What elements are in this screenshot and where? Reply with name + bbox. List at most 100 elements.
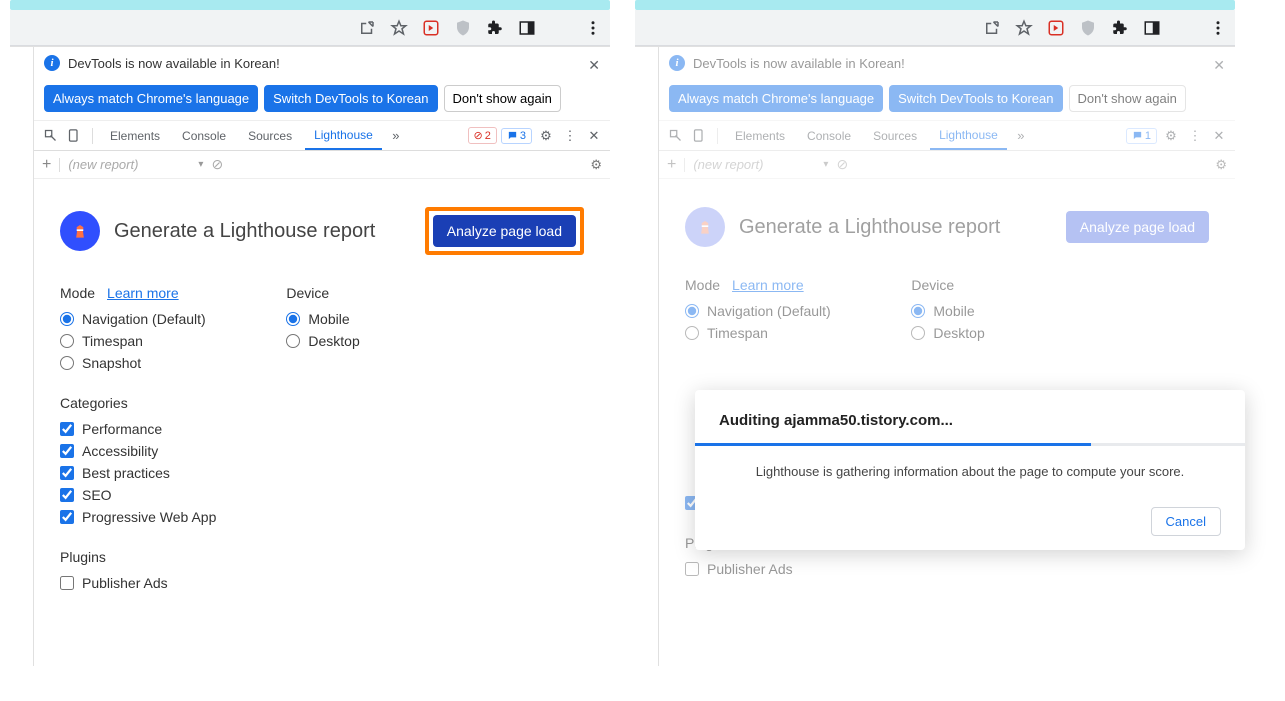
clear-icon[interactable]: ⊘ xyxy=(211,156,223,173)
category-accessibility[interactable]: Accessibility xyxy=(60,443,216,459)
settings-gear-icon[interactable]: ⚙ xyxy=(536,126,556,146)
browser-toolbar xyxy=(635,10,1235,46)
error-badge[interactable]: 2 xyxy=(468,127,497,144)
mode-label: Mode xyxy=(685,277,720,293)
device-toggle-icon[interactable] xyxy=(689,126,709,146)
always-match-button[interactable]: Always match Chrome's language xyxy=(669,85,883,112)
scrollbar-gutter[interactable] xyxy=(635,47,659,666)
plugin-publisher-ads[interactable]: Publisher Ads xyxy=(60,575,216,591)
shield-icon[interactable] xyxy=(1079,19,1097,37)
red-square-icon[interactable] xyxy=(422,19,440,37)
tab-lighthouse[interactable]: Lighthouse xyxy=(305,122,382,150)
star-icon[interactable] xyxy=(390,19,408,37)
infobar-message: DevTools is now available in Korean! xyxy=(68,56,280,71)
devtools-infobar: i DevTools is now available in Korean! ✕… xyxy=(659,47,1235,121)
lighthouse-subbar: + (new report) ⊘ ⚙ xyxy=(34,151,610,179)
mode-label: Mode xyxy=(60,285,95,301)
report-dropdown[interactable]: (new report) xyxy=(68,157,203,172)
device-mobile[interactable]: Mobile xyxy=(286,311,359,327)
category-seo[interactable]: SEO xyxy=(60,487,216,503)
inspect-icon[interactable] xyxy=(40,126,60,146)
mode-snapshot[interactable]: Snapshot xyxy=(60,355,216,371)
learn-more-link[interactable]: Learn more xyxy=(107,285,179,301)
more-tabs-icon[interactable]: » xyxy=(1011,126,1031,146)
always-match-button[interactable]: Always match Chrome's language xyxy=(44,85,258,112)
lighthouse-logo-icon xyxy=(685,207,725,247)
modal-title: Auditing ajamma50.tistory.com... xyxy=(719,412,1221,429)
puzzle-icon[interactable] xyxy=(1111,19,1129,37)
lighthouse-logo-icon xyxy=(60,211,100,251)
tab-elements[interactable]: Elements xyxy=(101,123,169,149)
devtools-close-icon[interactable]: ✕ xyxy=(1209,126,1229,146)
panel-settings-icon[interactable]: ⚙ xyxy=(1215,157,1227,173)
tab-elements[interactable]: Elements xyxy=(726,123,794,149)
lighthouse-title: Generate a Lighthouse report xyxy=(739,216,1052,239)
plugin-publisher-ads[interactable]: Publisher Ads xyxy=(685,561,841,577)
mode-navigation[interactable]: Navigation (Default) xyxy=(60,311,216,327)
analyze-highlight: Analyze page load xyxy=(425,207,584,255)
more-tabs-icon[interactable]: » xyxy=(386,126,406,146)
category-pwa[interactable]: Progressive Web App xyxy=(60,509,216,525)
dont-show-again-button[interactable]: Don't show again xyxy=(444,85,561,112)
lighthouse-subbar: + (new report) ⊘ ⚙ xyxy=(659,151,1235,179)
report-dropdown[interactable]: (new report) xyxy=(693,157,828,172)
plugins-label: Plugins xyxy=(60,549,216,565)
switch-lang-button[interactable]: Switch DevTools to Korean xyxy=(889,85,1062,112)
lighthouse-title: Generate a Lighthouse report xyxy=(114,220,411,243)
message-badge[interactable]: 3 xyxy=(501,128,532,144)
tab-kebab-icon[interactable]: ⋮ xyxy=(560,126,580,146)
share-icon[interactable] xyxy=(358,19,376,37)
star-icon[interactable] xyxy=(1015,19,1033,37)
inspect-icon[interactable] xyxy=(665,126,685,146)
panel-icon[interactable] xyxy=(1143,19,1161,37)
devtools-infobar: i DevTools is now available in Korean! ✕… xyxy=(34,47,610,121)
tab-sources[interactable]: Sources xyxy=(239,123,301,149)
categories-label: Categories xyxy=(60,395,216,411)
new-report-plus-icon[interactable]: + xyxy=(42,156,51,174)
close-icon[interactable]: ✕ xyxy=(588,57,600,74)
switch-lang-button[interactable]: Switch DevTools to Korean xyxy=(264,85,437,112)
mode-navigation[interactable]: Navigation (Default) xyxy=(685,303,841,319)
tab-lighthouse[interactable]: Lighthouse xyxy=(930,122,1007,150)
settings-gear-icon[interactable]: ⚙ xyxy=(1161,126,1181,146)
tab-console[interactable]: Console xyxy=(798,123,860,149)
tab-sources[interactable]: Sources xyxy=(864,123,926,149)
shield-icon[interactable] xyxy=(454,19,472,37)
device-desktop[interactable]: Desktop xyxy=(911,325,984,341)
category-best-practices[interactable]: Best practices xyxy=(60,465,216,481)
analyze-button[interactable]: Analyze page load xyxy=(1066,211,1209,243)
panel-settings-icon[interactable]: ⚙ xyxy=(590,157,602,173)
analyze-wrap: Analyze page load xyxy=(1066,211,1209,243)
panel-icon[interactable] xyxy=(518,19,536,37)
modal-message: Lighthouse is gathering information abou… xyxy=(719,464,1221,479)
device-label: Device xyxy=(286,285,329,301)
share-icon[interactable] xyxy=(983,19,1001,37)
close-icon[interactable]: ✕ xyxy=(1213,57,1225,74)
mode-timespan[interactable]: Timespan xyxy=(685,325,841,341)
red-square-icon[interactable] xyxy=(1047,19,1065,37)
learn-more-link[interactable]: Learn more xyxy=(732,277,804,293)
mode-timespan[interactable]: Timespan xyxy=(60,333,216,349)
kebab-menu-icon[interactable] xyxy=(584,19,602,37)
browser-toolbar xyxy=(10,10,610,46)
kebab-menu-icon[interactable] xyxy=(1209,19,1227,37)
device-toggle-icon[interactable] xyxy=(64,126,84,146)
device-mobile[interactable]: Mobile xyxy=(911,303,984,319)
device-desktop[interactable]: Desktop xyxy=(286,333,359,349)
lighthouse-panel: Generate a Lighthouse report Analyze pag… xyxy=(34,179,610,625)
tab-console[interactable]: Console xyxy=(173,123,235,149)
category-performance[interactable]: Performance xyxy=(60,421,216,437)
info-icon: i xyxy=(669,55,685,71)
clear-icon[interactable]: ⊘ xyxy=(836,156,848,173)
tab-kebab-icon[interactable]: ⋮ xyxy=(1185,126,1205,146)
dont-show-again-button[interactable]: Don't show again xyxy=(1069,85,1186,112)
analyze-button[interactable]: Analyze page load xyxy=(433,215,576,247)
new-report-plus-icon[interactable]: + xyxy=(667,156,676,174)
device-label: Device xyxy=(911,277,954,293)
puzzle-icon[interactable] xyxy=(486,19,504,37)
message-badge[interactable]: 1 xyxy=(1126,128,1157,144)
audit-modal: Auditing ajamma50.tistory.com... Lightho… xyxy=(695,390,1245,550)
devtools-close-icon[interactable]: ✕ xyxy=(584,126,604,146)
scrollbar-gutter[interactable] xyxy=(10,47,34,666)
cancel-button[interactable]: Cancel xyxy=(1151,507,1221,536)
